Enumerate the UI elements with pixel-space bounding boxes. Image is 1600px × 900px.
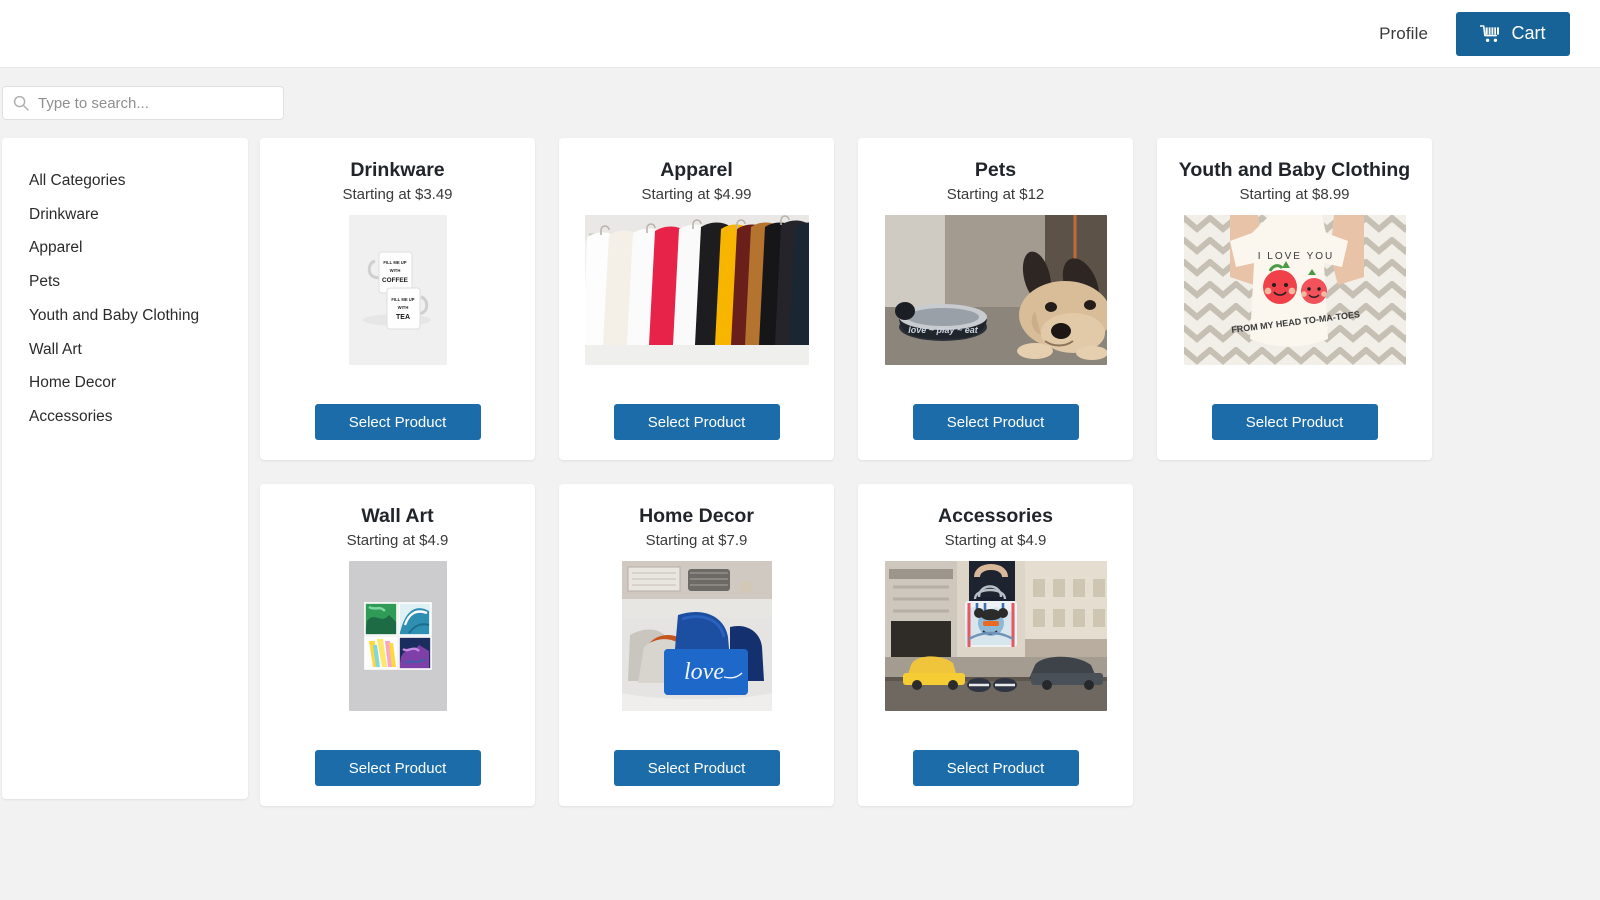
- select-product-button[interactable]: Select Product: [613, 404, 780, 440]
- product-title: Accessories: [938, 505, 1053, 527]
- search-icon: [13, 95, 29, 111]
- product-price: Starting at $7.9: [645, 532, 748, 550]
- svg-text:COFFEE: COFFEE: [382, 277, 409, 284]
- product-image: love ~ play ~ eat: [866, 214, 1125, 366]
- select-product-button[interactable]: Select Product: [912, 750, 1079, 786]
- sidebar-item-wall-art[interactable]: Wall Art: [2, 333, 248, 367]
- main-layout: All Categories Drinkware Apparel Pets Yo…: [0, 138, 1600, 806]
- product-image: [268, 560, 527, 712]
- product-price: Starting at $4.99: [641, 186, 752, 204]
- product-title: Home Decor: [639, 505, 754, 527]
- home-decor-thumbnail: love: [621, 561, 772, 712]
- product-title: Drinkware: [350, 159, 445, 181]
- sidebar-item-pets[interactable]: Pets: [2, 265, 248, 299]
- top-header: Profile Cart: [0, 0, 1600, 68]
- product-card[interactable]: Wall Art Starting at $4.9 Select Product: [260, 484, 535, 806]
- product-price: Starting at $8.99: [1239, 186, 1350, 204]
- sidebar-item-apparel[interactable]: Apparel: [2, 231, 248, 265]
- product-grid: Drinkware Starting at $3.49 FILL ME UP W…: [260, 138, 1456, 806]
- sidebar-item-home-decor[interactable]: Home Decor: [2, 366, 248, 400]
- select-product-button[interactable]: Select Product: [1211, 404, 1378, 440]
- apparel-thumbnail: [584, 215, 809, 366]
- sidebar-item-all-categories[interactable]: All Categories: [2, 164, 248, 198]
- profile-link[interactable]: Profile: [1379, 24, 1428, 44]
- product-title: Youth and Baby Clothing: [1178, 159, 1411, 181]
- svg-text:love ~ play ~ eat: love ~ play ~ eat: [908, 325, 979, 335]
- product-card[interactable]: Drinkware Starting at $3.49 FILL ME UP W…: [260, 138, 535, 460]
- sidebar-item-accessories[interactable]: Accessories: [2, 400, 248, 434]
- product-image: I LOVE YOU FROM MY HEAD TO-MA-TOES: [1165, 214, 1424, 366]
- select-product-button[interactable]: Select Product: [314, 404, 481, 440]
- svg-text:I LOVE YOU: I LOVE YOU: [1257, 251, 1334, 262]
- product-image: FILL ME UP WITH COFFEE FILL ME UP WITH T…: [268, 214, 527, 366]
- search-row: [0, 68, 1600, 138]
- shopping-cart-icon: [1480, 24, 1501, 43]
- drinkware-thumbnail: FILL ME UP WITH COFFEE FILL ME UP WITH T…: [348, 215, 447, 366]
- product-price: Starting at $4.9: [944, 532, 1047, 550]
- accessories-thumbnail: [884, 561, 1107, 712]
- svg-text:TEA: TEA: [396, 314, 410, 321]
- product-card[interactable]: Youth and Baby Clothing Starting at $8.9…: [1157, 138, 1432, 460]
- cart-button-label: Cart: [1511, 23, 1546, 43]
- svg-text:WITH: WITH: [397, 305, 408, 310]
- product-title: Wall Art: [361, 505, 434, 527]
- product-image: [866, 560, 1125, 712]
- sidebar-item-drinkware[interactable]: Drinkware: [2, 198, 248, 232]
- product-title: Pets: [974, 159, 1017, 181]
- category-sidebar: All Categories Drinkware Apparel Pets Yo…: [2, 138, 248, 799]
- product-price: Starting at $3.49: [342, 186, 453, 204]
- product-title: Apparel: [660, 159, 733, 181]
- product-image: love: [567, 560, 826, 712]
- select-product-button[interactable]: Select Product: [912, 404, 1079, 440]
- search-input[interactable]: [38, 94, 273, 112]
- search-box[interactable]: [2, 86, 284, 120]
- svg-text:WITH: WITH: [389, 268, 400, 273]
- youth-baby-thumbnail: I LOVE YOU FROM MY HEAD TO-MA-TOES: [1183, 215, 1406, 366]
- select-product-button[interactable]: Select Product: [613, 750, 780, 786]
- pets-thumbnail: love ~ play ~ eat: [884, 215, 1107, 366]
- product-card[interactable]: Home Decor Starting at $7.9 love Select …: [559, 484, 834, 806]
- product-price: Starting at $4.9: [346, 532, 449, 550]
- product-price: Starting at $12: [946, 186, 1045, 204]
- svg-text:FILL ME UP: FILL ME UP: [383, 260, 406, 265]
- wall-art-thumbnail: [348, 561, 447, 712]
- svg-text:love: love: [684, 659, 724, 685]
- sidebar-item-youth-and-baby-clothing[interactable]: Youth and Baby Clothing: [2, 299, 248, 333]
- cart-button[interactable]: Cart: [1456, 11, 1570, 56]
- svg-text:FILL ME UP: FILL ME UP: [391, 297, 414, 302]
- product-card[interactable]: Pets Starting at $12 love ~ play ~ eat S…: [858, 138, 1133, 460]
- product-card[interactable]: Accessories Starting at $4.9 Select Prod…: [858, 484, 1133, 806]
- product-image: [567, 214, 826, 366]
- product-card[interactable]: Apparel Starting at $4.99 Select Product: [559, 138, 834, 460]
- select-product-button[interactable]: Select Product: [314, 750, 481, 786]
